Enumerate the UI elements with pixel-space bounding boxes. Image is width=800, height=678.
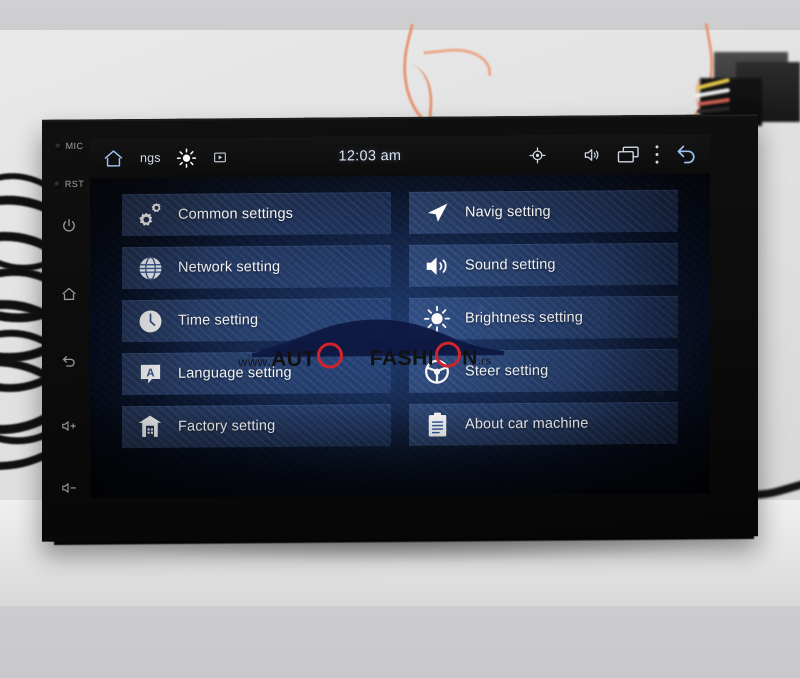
clipboard-icon	[409, 410, 465, 438]
speaker-icon	[409, 252, 465, 279]
brightness-sun-icon	[409, 304, 465, 332]
language-a-icon: A	[122, 360, 178, 387]
volume-down-button[interactable]	[44, 478, 94, 498]
app-title-truncated: ngs	[140, 150, 161, 166]
touchscreen-display[interactable]: ngs 12:03 am Common settings Navig setti…	[90, 133, 710, 499]
clock-icon	[122, 307, 178, 334]
back-arrow-icon	[62, 356, 75, 367]
navigation-arrow-icon	[409, 198, 465, 226]
background-top-band	[0, 0, 800, 30]
menu-item-about-car-machine[interactable]: About car machine	[409, 401, 678, 446]
reset-hole-icon[interactable]	[53, 180, 61, 188]
menu-item-sound-setting[interactable]: Sound setting	[409, 242, 678, 287]
more-vertical-icon[interactable]	[654, 143, 660, 164]
menu-item-label: About car machine	[465, 415, 589, 433]
volume-down-icon	[62, 483, 76, 493]
gears-icon	[122, 200, 178, 230]
menu-item-navig-setting[interactable]: Navig setting	[409, 189, 678, 234]
menu-item-label: Common settings	[178, 205, 294, 223]
back-arrow-icon[interactable]	[673, 142, 699, 166]
photo-scene: MIC RST ngs 12:03 am Common settings Nav…	[0, 0, 800, 678]
power-button[interactable]	[44, 216, 94, 236]
status-bar-left: ngs	[90, 146, 228, 170]
menu-item-time-setting[interactable]: Time setting	[122, 298, 391, 343]
menu-item-label: Network setting	[178, 258, 281, 276]
home-button[interactable]	[44, 284, 94, 304]
menu-item-common-settings[interactable]: Common settings	[122, 192, 391, 237]
menu-item-label: Navig setting	[465, 203, 551, 221]
background-bottom-band	[0, 606, 800, 678]
reset-label: RST	[64, 178, 85, 190]
menu-item-label: Sound setting	[465, 256, 556, 274]
menu-item-label: Factory setting	[178, 417, 276, 435]
gps-target-icon[interactable]	[528, 145, 547, 164]
status-bar-right	[528, 142, 710, 167]
status-bar: ngs 12:03 am	[90, 133, 710, 179]
power-icon	[63, 218, 75, 232]
menu-item-label: Language setting	[178, 364, 292, 382]
bezel-control-column: MIC RST	[44, 124, 94, 530]
home-icon[interactable]	[102, 147, 125, 170]
brightness-icon[interactable]	[176, 147, 197, 168]
sun-glyph	[176, 148, 196, 168]
menu-item-label: Brightness setting	[465, 309, 583, 327]
menu-item-network-setting[interactable]: Network setting	[122, 245, 391, 290]
connector-wire-bundle	[693, 77, 734, 114]
steering-wheel-icon	[409, 357, 465, 385]
mic-indicator: MIC	[44, 138, 94, 154]
back-button[interactable]	[44, 350, 94, 370]
menu-item-language-setting[interactable]: A Language setting	[122, 351, 391, 396]
screen-capture-icon[interactable]	[212, 149, 228, 165]
menu-item-steer-setting[interactable]: Steer setting	[409, 348, 678, 393]
mic-hole-icon	[54, 142, 62, 150]
factory-house-icon	[122, 413, 178, 441]
globe-icon	[122, 254, 178, 281]
reset-indicator[interactable]: RST	[44, 176, 94, 192]
settings-menu-grid: Common settings Navig setting Network se…	[122, 189, 678, 449]
home-icon	[62, 287, 76, 301]
menu-item-brightness-setting[interactable]: Brightness setting	[409, 295, 678, 340]
volume-icon[interactable]	[582, 145, 603, 164]
mic-label: MIC	[65, 140, 84, 152]
svg-text:A: A	[146, 367, 154, 379]
volume-up-button[interactable]	[44, 416, 94, 436]
menu-item-label: Time setting	[178, 312, 259, 329]
clock: 12:03 am	[338, 147, 402, 165]
volume-up-icon	[62, 421, 76, 431]
status-bar-center: 12:03 am	[228, 147, 528, 165]
recent-apps-icon[interactable]	[616, 145, 641, 164]
menu-item-label: Steer setting	[465, 362, 549, 380]
menu-item-factory-setting[interactable]: Factory setting	[122, 404, 391, 449]
